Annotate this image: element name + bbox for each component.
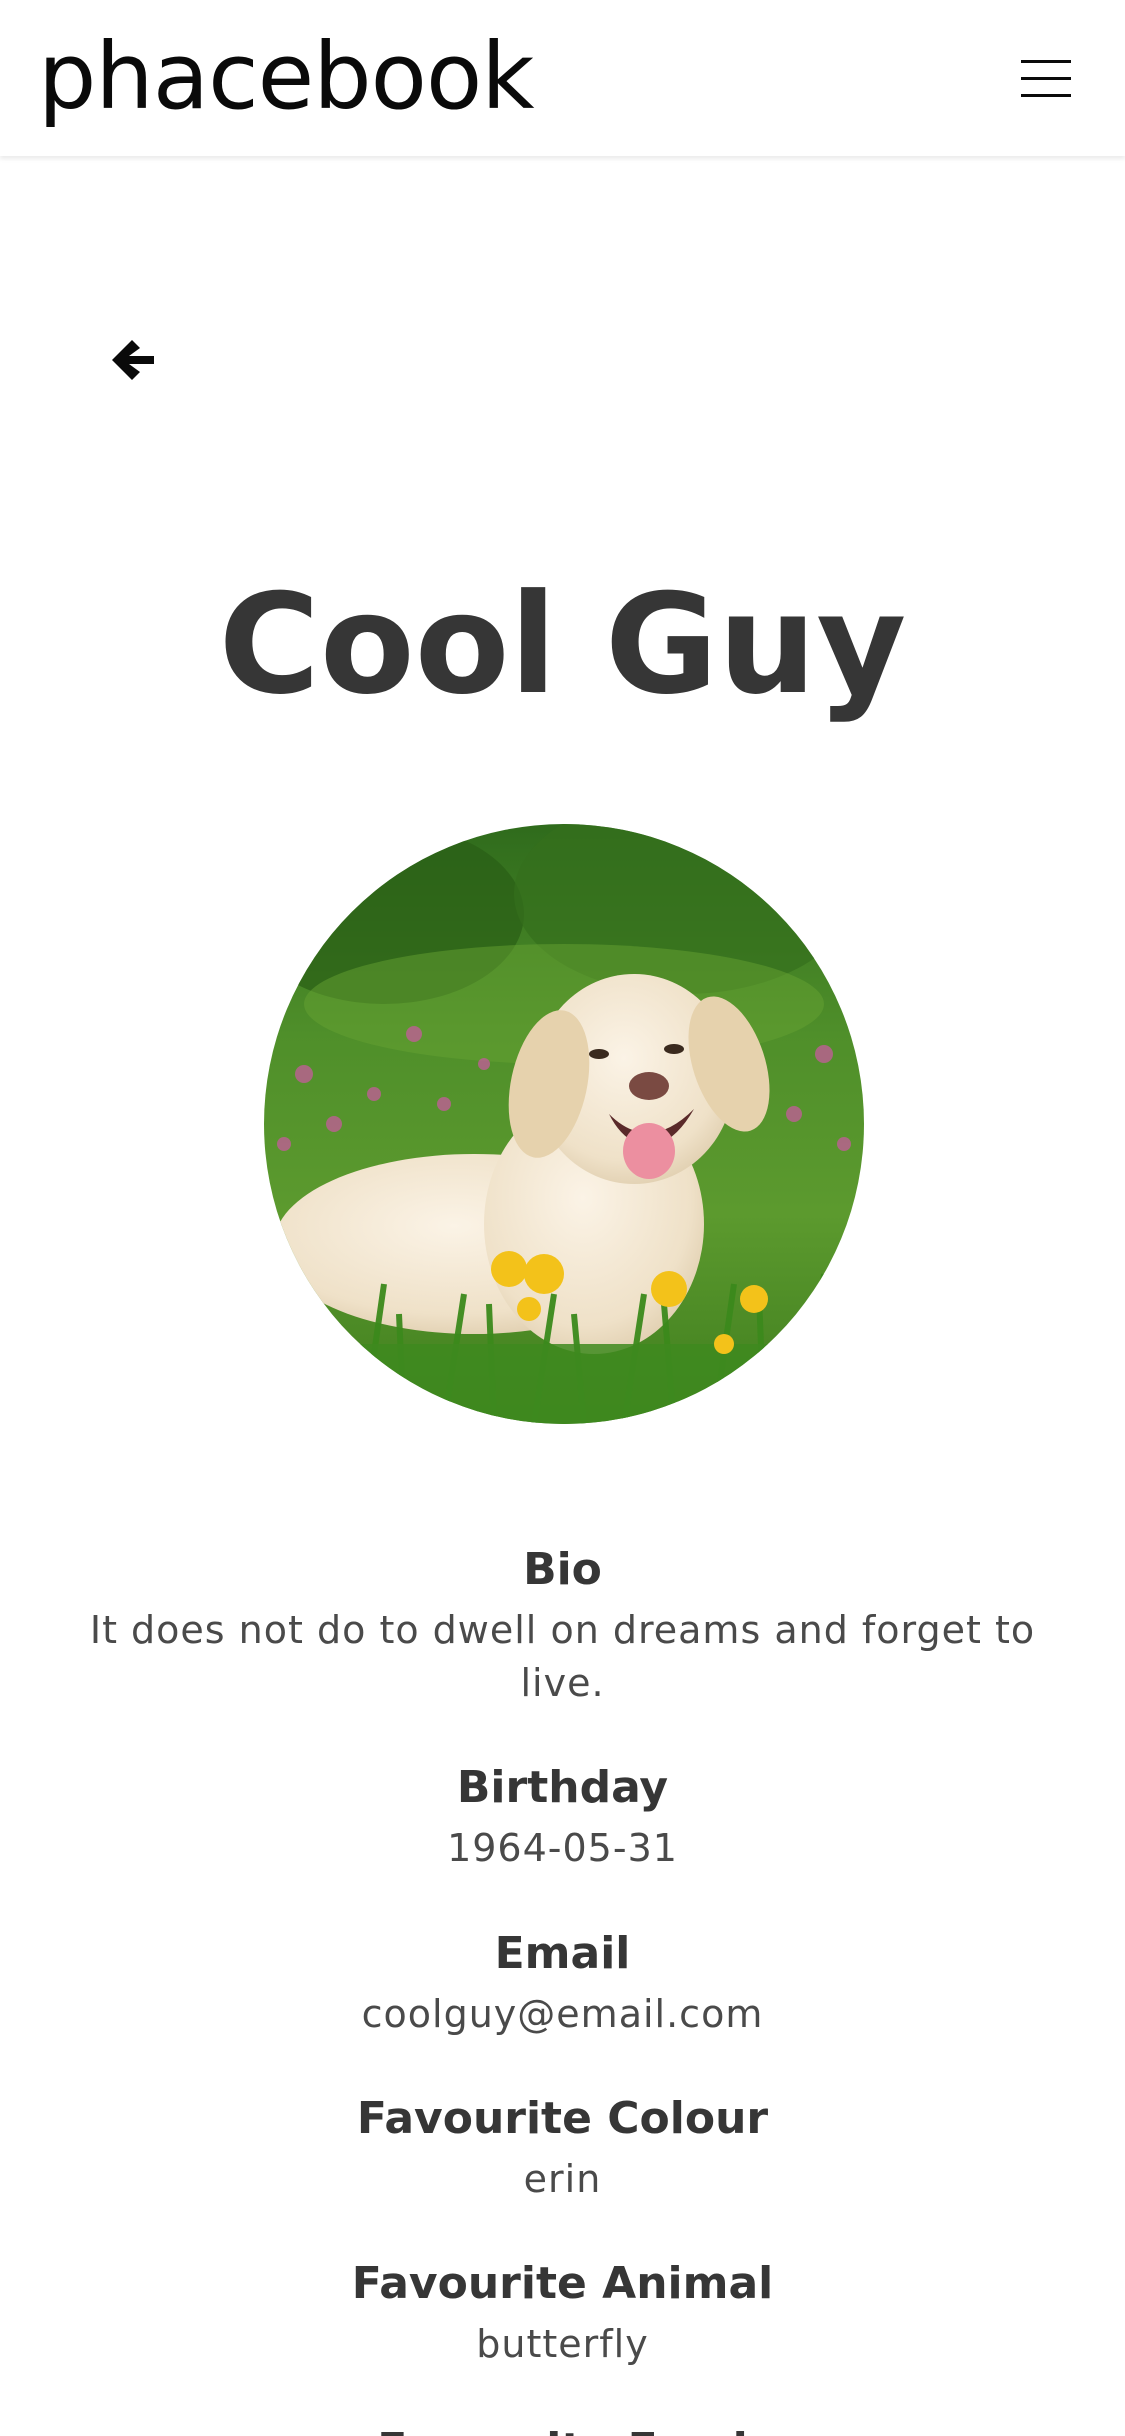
hamburger-menu-icon[interactable] xyxy=(1010,48,1084,108)
birthday-value: 1964-05-31 xyxy=(447,1826,678,1870)
brand-logo[interactable]: phacebook xyxy=(38,22,535,132)
favourite-food-label: Favourite Food xyxy=(80,2420,1045,2436)
bio-field: Bio It does not do to dwell on dreams an… xyxy=(80,1540,1045,1710)
birthday-field: Birthday 1964-05-31 xyxy=(80,1758,1045,1875)
arrow-left-icon[interactable] xyxy=(104,330,164,390)
favourite-colour-label: Favourite Colour xyxy=(356,2093,769,2144)
navbar: phacebook xyxy=(0,0,1125,156)
birthday-label: Birthday xyxy=(456,1762,669,1813)
favourite-animal-field: Favourite Animal butterfly xyxy=(80,2254,1045,2371)
favourite-food-field: Favourite Food xyxy=(80,2420,1045,2436)
favourite-animal-value: butterfly xyxy=(476,2322,649,2366)
email-value: coolguy@email.com xyxy=(361,1992,764,2036)
favourite-animal-label: Favourite Animal xyxy=(351,2258,774,2309)
favourite-colour-field: Favourite Colour erin xyxy=(80,2089,1045,2206)
bio-label: Bio xyxy=(523,1544,602,1595)
email-label: Email xyxy=(494,1928,631,1979)
favourite-colour-value: erin xyxy=(523,2157,602,2201)
profile-name: Cool Guy xyxy=(218,564,907,725)
bio-value: It does not do to dwell on dreams and fo… xyxy=(89,1608,1036,1705)
email-field: Email coolguy@email.com xyxy=(80,1924,1045,2041)
profile-avatar xyxy=(264,824,864,1424)
